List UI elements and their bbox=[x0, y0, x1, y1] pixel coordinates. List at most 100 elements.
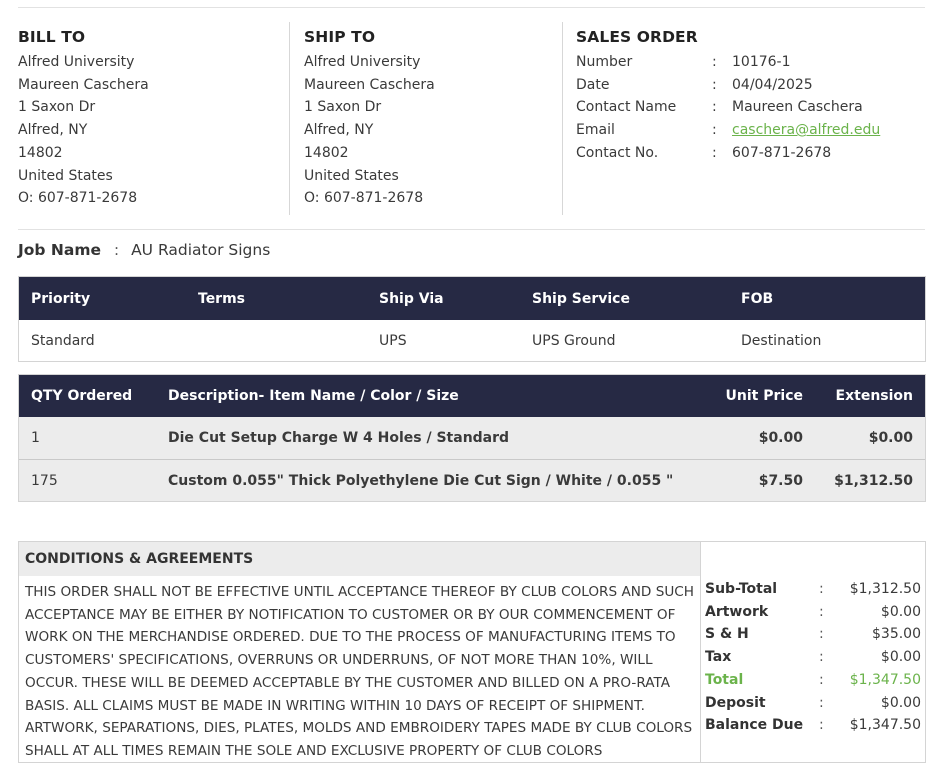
bill-to-line: O: 607-871-2678 bbox=[18, 190, 138, 207]
totals-section: Sub-Total : $1,312.50 Artwork : $0.00 S … bbox=[700, 542, 925, 762]
cell-extension: $1,312.50 bbox=[834, 472, 913, 489]
bill-to-line: Alfred, NY bbox=[18, 122, 88, 139]
cell-fob: Destination bbox=[741, 332, 822, 349]
table-row: Standard UPS UPS Ground Destination bbox=[19, 320, 925, 361]
cell-description: Custom 0.055" Thick Polyethylene Die Cut… bbox=[168, 472, 674, 489]
so-separator: : bbox=[712, 54, 717, 70]
email-link[interactable]: caschera@alfred.edu bbox=[732, 119, 925, 142]
so-value: 10176-1 bbox=[732, 54, 791, 70]
conditions-section: CONDITIONS & AGREEMENTS THIS ORDER SHALL… bbox=[19, 542, 700, 762]
cell-description: Die Cut Setup Charge W 4 Holes / Standar… bbox=[168, 430, 510, 446]
bill-to-block: BILL TO Alfred University Maureen Casche… bbox=[18, 22, 290, 215]
so-label: Email bbox=[576, 122, 615, 139]
sales-order-phone-row: Contact No. : 607-871-2678 bbox=[576, 142, 925, 165]
so-value: Maureen Caschera bbox=[732, 99, 863, 116]
cell-priority: Standard bbox=[31, 332, 95, 349]
total-label: Total bbox=[705, 671, 744, 688]
total-value: $1,347.50 bbox=[849, 717, 921, 734]
total-label: Sub-Total bbox=[705, 581, 778, 597]
total-label: Tax bbox=[705, 649, 732, 666]
tax-row: Tax : $0.00 bbox=[701, 646, 925, 669]
ship-to-line: 1 Saxon Dr bbox=[304, 99, 382, 116]
so-label: Contact No. bbox=[576, 144, 659, 161]
total-value: $1,347.50 bbox=[849, 671, 921, 688]
section-divider bbox=[18, 229, 925, 230]
job-name-value: AU Radiator Signs bbox=[131, 241, 271, 259]
job-name-row: Job Name : AU Radiator Signs bbox=[18, 241, 270, 259]
sales-order-contact-row: Contact Name : Maureen Caschera bbox=[576, 96, 925, 119]
col-extension: Extension bbox=[835, 388, 913, 404]
ship-to-line: 14802 bbox=[304, 144, 349, 161]
cell-qty: 175 bbox=[31, 472, 58, 489]
ship-to-block: SHIP TO Alfred University Maureen Casche… bbox=[290, 22, 563, 215]
sales-order-email-row: Email : caschera@alfred.edu bbox=[576, 119, 925, 142]
total-value: $0.00 bbox=[880, 603, 921, 620]
so-separator: : bbox=[712, 144, 717, 161]
total-separator: : bbox=[819, 671, 824, 688]
top-divider bbox=[18, 7, 925, 8]
items-table-header: QTY Ordered Description- Item Name / Col… bbox=[19, 375, 925, 417]
conditions-title: CONDITIONS & AGREEMENTS bbox=[19, 542, 700, 576]
ship-to-line: United States bbox=[304, 167, 399, 184]
so-separator: : bbox=[712, 122, 717, 139]
bill-to-line: United States bbox=[18, 167, 113, 184]
cell-unit-price: $7.50 bbox=[758, 472, 803, 489]
col-priority: Priority bbox=[31, 290, 91, 307]
bill-to-title: BILL TO bbox=[18, 28, 86, 46]
so-label: Date bbox=[576, 76, 610, 93]
so-value: 04/04/2025 bbox=[732, 76, 813, 93]
bill-to-line: Maureen Caschera bbox=[18, 76, 149, 93]
subtotal-row: Sub-Total : $1,312.50 bbox=[701, 578, 925, 601]
col-ship-service: Ship Service bbox=[532, 290, 630, 307]
bill-to-line: Alfred University bbox=[18, 54, 135, 70]
col-description: Description- Item Name / Color / Size bbox=[168, 388, 459, 404]
conditions-text: THIS ORDER SHALL NOT BE EFFECTIVE UNTIL … bbox=[25, 584, 695, 759]
ship-to-line: Alfred, NY bbox=[304, 122, 374, 139]
col-qty: QTY Ordered bbox=[31, 388, 133, 404]
so-separator: : bbox=[712, 76, 717, 93]
col-ship-via: Ship Via bbox=[379, 290, 444, 307]
col-terms: Terms bbox=[198, 290, 246, 307]
so-value: 607-871-2678 bbox=[732, 144, 832, 161]
total-separator: : bbox=[819, 717, 824, 734]
sales-order-number-row: Number : 10176-1 bbox=[576, 51, 925, 74]
cell-unit-price: $0.00 bbox=[758, 430, 803, 446]
table-row: 1 Die Cut Setup Charge W 4 Holes / Stand… bbox=[19, 417, 925, 459]
bill-to-line: 1 Saxon Dr bbox=[18, 99, 96, 116]
shipping-table: Priority Terms Ship Via Ship Service FOB… bbox=[18, 276, 926, 362]
total-value: $0.00 bbox=[880, 649, 921, 666]
ship-to-line: Maureen Caschera bbox=[304, 76, 435, 93]
cell-ship-service: UPS Ground bbox=[532, 332, 616, 349]
so-separator: : bbox=[712, 99, 717, 116]
ship-to-line: Alfred University bbox=[304, 54, 421, 70]
sales-order-date-row: Date : 04/04/2025 bbox=[576, 74, 925, 97]
deposit-row: Deposit : $0.00 bbox=[701, 692, 925, 715]
col-unit-price: Unit Price bbox=[725, 388, 803, 404]
total-separator: : bbox=[819, 694, 824, 711]
balance-due-row: Balance Due : $1,347.50 bbox=[701, 714, 925, 737]
job-name-separator: : bbox=[114, 241, 120, 259]
total-label: Deposit bbox=[705, 694, 766, 711]
bill-to-line: 14802 bbox=[18, 144, 63, 161]
total-separator: : bbox=[819, 626, 824, 643]
sales-order-block: SALES ORDER Number : 10176-1 Date : 04/0… bbox=[563, 22, 925, 215]
so-label: Contact Name bbox=[576, 99, 677, 116]
total-value: $35.00 bbox=[872, 626, 921, 643]
total-label: Balance Due bbox=[705, 717, 804, 734]
so-label: Number bbox=[576, 54, 633, 70]
ship-to-title: SHIP TO bbox=[304, 28, 376, 46]
artwork-row: Artwork : $0.00 bbox=[701, 601, 925, 624]
ship-to-line: O: 607-871-2678 bbox=[304, 190, 424, 207]
cell-extension: $0.00 bbox=[868, 430, 913, 446]
col-fob: FOB bbox=[741, 290, 774, 307]
total-value: $0.00 bbox=[880, 694, 921, 711]
total-separator: : bbox=[819, 603, 824, 620]
total-separator: : bbox=[819, 649, 824, 666]
table-row: 175 Custom 0.055" Thick Polyethylene Die… bbox=[19, 459, 925, 501]
items-table: QTY Ordered Description- Item Name / Col… bbox=[18, 374, 926, 502]
total-separator: : bbox=[819, 581, 824, 597]
job-name-label: Job Name bbox=[18, 241, 102, 259]
cell-qty: 1 bbox=[31, 430, 40, 446]
shipping-handling-row: S & H : $35.00 bbox=[701, 623, 925, 646]
shipping-table-header: Priority Terms Ship Via Ship Service FOB bbox=[19, 277, 925, 320]
